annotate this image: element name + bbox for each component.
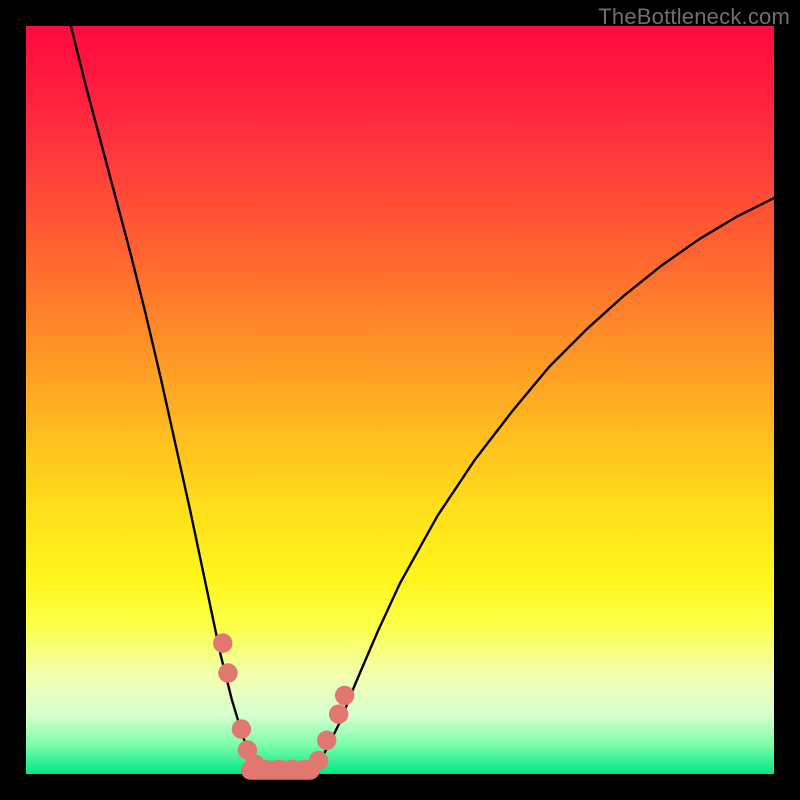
marker-point — [213, 633, 232, 652]
watermark-text: TheBottleneck.com — [598, 4, 790, 30]
series-left-curve — [71, 26, 265, 770]
series-right-curve — [310, 198, 774, 770]
marker-point — [335, 686, 354, 705]
marker-point — [317, 731, 336, 750]
marker-point — [218, 663, 237, 682]
marker-point — [232, 719, 251, 738]
marker-point — [329, 704, 348, 723]
chart-frame: TheBottleneck.com — [0, 0, 800, 800]
marker-point — [309, 751, 328, 770]
chart-curves — [71, 26, 774, 770]
chart-svg — [26, 26, 774, 774]
